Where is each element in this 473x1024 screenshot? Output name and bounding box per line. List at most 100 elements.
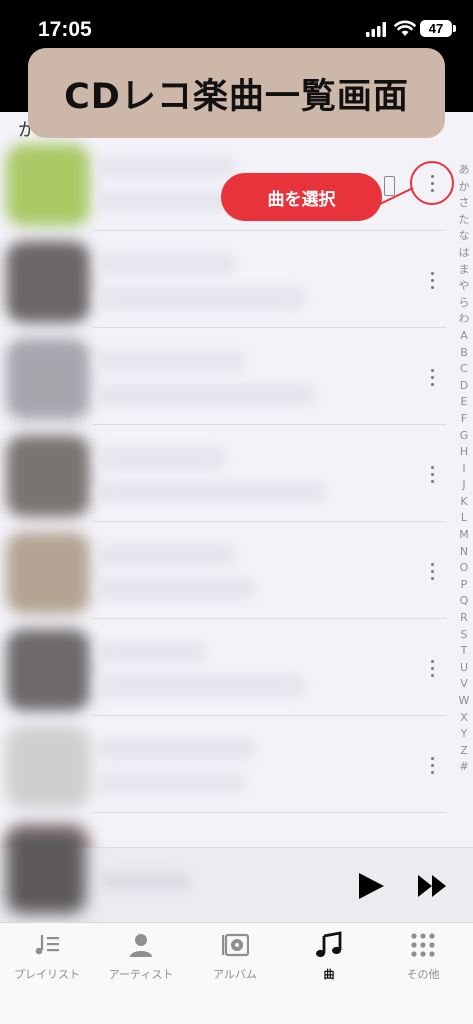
index-letter[interactable]: な xyxy=(459,228,470,245)
fast-forward-icon[interactable] xyxy=(417,874,447,898)
index-letter[interactable]: G xyxy=(460,428,469,445)
tab-artist[interactable]: アーティスト xyxy=(94,931,188,991)
song-row[interactable] xyxy=(0,231,456,328)
index-letter[interactable]: P xyxy=(461,577,468,594)
index-letter[interactable]: C xyxy=(460,361,468,378)
album-icon xyxy=(222,933,249,957)
tab-playlist[interactable]: プレイリスト xyxy=(0,931,94,991)
index-letter[interactable]: A xyxy=(460,328,468,345)
play-icon[interactable] xyxy=(356,872,386,900)
status-time: 17:05 xyxy=(38,18,92,41)
song-artist-blurred xyxy=(96,675,306,697)
index-letter[interactable]: さ xyxy=(459,195,470,212)
song-row[interactable] xyxy=(0,425,456,522)
song-title-blurred xyxy=(96,544,236,566)
tab-other[interactable]: その他 xyxy=(376,931,470,991)
download-icon xyxy=(384,176,395,196)
song-artist-blurred xyxy=(96,772,246,794)
song-list[interactable]: か xyxy=(0,112,473,847)
index-letter[interactable]: U xyxy=(460,660,468,677)
more-options-icon[interactable] xyxy=(420,362,444,392)
index-letter[interactable]: N xyxy=(460,544,468,561)
more-options-icon[interactable] xyxy=(420,168,444,198)
battery-tip xyxy=(453,25,456,32)
index-letter[interactable]: O xyxy=(460,560,469,577)
grid-icon xyxy=(411,933,435,957)
tab-bar: プレイリスト アーティスト アルバム 曲 その他 xyxy=(0,922,473,1024)
song-title-blurred xyxy=(96,253,236,275)
battery-icon: 47 xyxy=(420,20,452,37)
mini-player[interactable] xyxy=(0,828,473,922)
song-row[interactable] xyxy=(0,522,456,619)
index-letter[interactable]: F xyxy=(461,411,467,428)
more-options-icon[interactable] xyxy=(420,265,444,295)
album-art xyxy=(6,435,90,517)
tab-album[interactable]: アルバム xyxy=(188,931,282,991)
index-letter[interactable]: や xyxy=(459,278,470,295)
song-artist-blurred xyxy=(96,578,256,600)
index-letter[interactable]: あ xyxy=(459,162,470,179)
index-letter[interactable]: J xyxy=(462,477,465,494)
now-playing-title-blurred xyxy=(100,872,190,890)
song-row[interactable] xyxy=(0,328,456,425)
song-artist-blurred xyxy=(96,287,306,309)
song-title-blurred xyxy=(96,156,236,178)
index-letter[interactable]: L xyxy=(461,510,467,527)
song-artist-blurred xyxy=(96,481,326,503)
index-letter[interactable]: # xyxy=(459,759,468,776)
index-letter[interactable]: X xyxy=(460,710,468,727)
index-letter[interactable]: H xyxy=(460,444,468,461)
wifi-icon xyxy=(394,20,416,36)
index-letter[interactable]: Z xyxy=(460,743,468,760)
index-letter[interactable]: た xyxy=(459,212,470,229)
tab-label: 曲 xyxy=(323,968,335,981)
album-art xyxy=(6,629,90,711)
index-letter[interactable]: は xyxy=(459,245,470,262)
tab-label: プレイリスト xyxy=(14,968,80,981)
index-letter[interactable]: T xyxy=(461,643,468,660)
index-letter[interactable]: V xyxy=(460,676,468,693)
index-letter[interactable]: Q xyxy=(460,593,469,610)
alphabet-index[interactable]: あかさたなはまやらわ A B C D E F G H I J K L M N O P Q R S T U V W X Y Z # xyxy=(455,162,473,776)
artist-icon xyxy=(130,934,152,957)
index-letter[interactable]: D xyxy=(460,378,468,395)
index-letter[interactable]: R xyxy=(460,610,468,627)
song-artist-blurred xyxy=(96,384,316,406)
album-art xyxy=(6,144,90,226)
more-options-icon[interactable] xyxy=(420,750,444,780)
album-art xyxy=(6,241,90,323)
now-playing-art xyxy=(6,828,86,914)
index-letter[interactable]: ら xyxy=(459,295,470,312)
tab-label: その他 xyxy=(406,968,440,981)
index-letter[interactable]: K xyxy=(460,494,467,511)
song-title-blurred xyxy=(96,350,246,372)
tab-label: アーティスト xyxy=(108,968,174,981)
album-art xyxy=(6,338,90,420)
index-letter[interactable]: Y xyxy=(461,726,468,743)
more-options-icon[interactable] xyxy=(420,459,444,489)
annotation-select-song: 曲を選択 xyxy=(221,173,382,221)
index-letter[interactable]: I xyxy=(462,461,465,478)
tab-label: アルバム xyxy=(213,968,257,981)
song-title-blurred xyxy=(96,447,226,469)
index-letter[interactable]: E xyxy=(461,394,468,411)
playlist-icon xyxy=(35,935,59,955)
index-letter[interactable]: W xyxy=(459,693,470,710)
song-row[interactable] xyxy=(0,716,456,813)
tab-songs[interactable]: 曲 xyxy=(282,931,376,991)
album-art xyxy=(6,532,90,614)
index-letter[interactable]: S xyxy=(461,627,468,644)
song-title-blurred xyxy=(96,641,206,663)
more-options-icon[interactable] xyxy=(420,556,444,586)
music-note-icon xyxy=(316,931,342,958)
more-options-icon[interactable] xyxy=(420,653,444,683)
index-letter[interactable]: か xyxy=(459,179,470,196)
index-letter[interactable]: わ xyxy=(459,311,470,328)
index-letter[interactable]: B xyxy=(460,345,468,362)
song-row[interactable] xyxy=(0,619,456,716)
signal-icon xyxy=(366,22,386,37)
index-letter[interactable]: ま xyxy=(459,262,470,279)
song-title-blurred xyxy=(96,738,256,760)
overlay-title: CDレコ楽曲一覧画面 xyxy=(28,48,445,138)
index-letter[interactable]: M xyxy=(459,527,469,544)
